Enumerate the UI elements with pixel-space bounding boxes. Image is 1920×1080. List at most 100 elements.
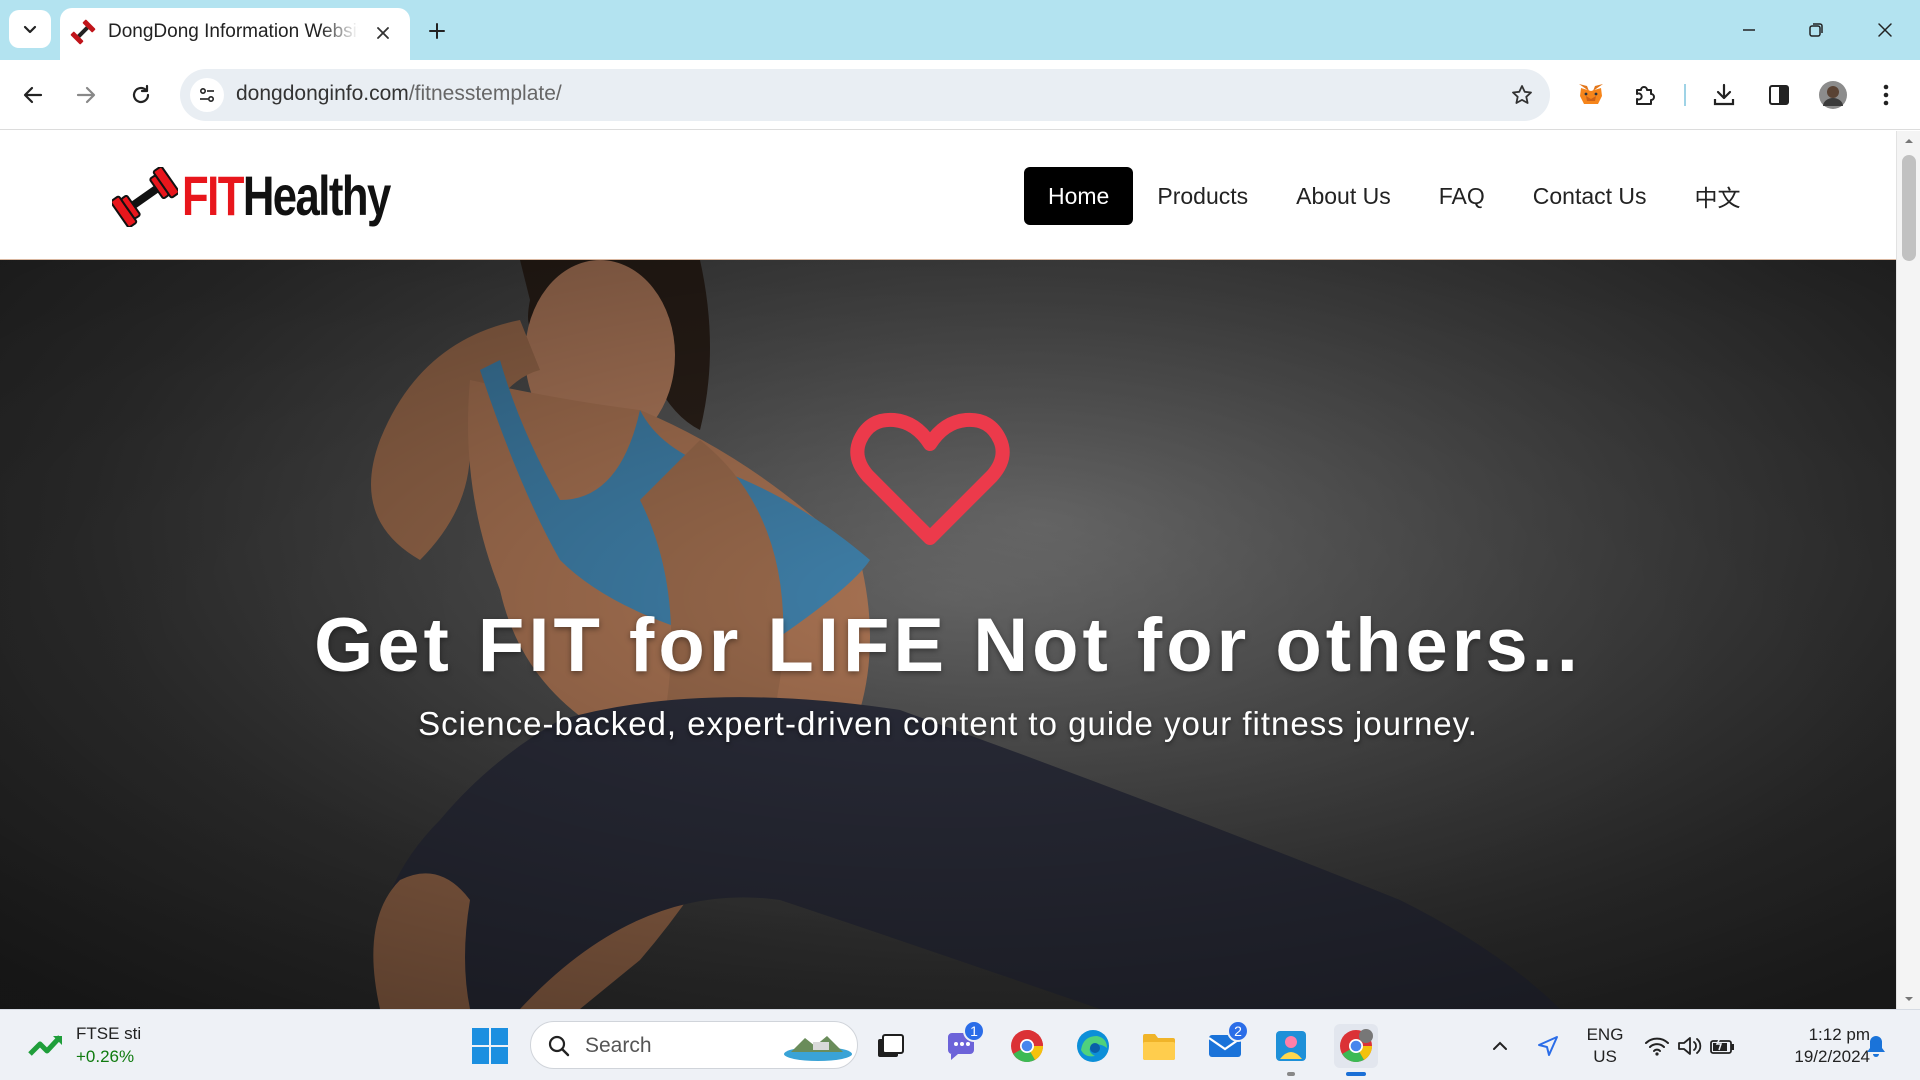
chrome-taskbar-button[interactable] <box>1005 1024 1049 1068</box>
photos-icon <box>1276 1031 1306 1061</box>
url-domain: dongdonginfo.com <box>236 82 409 105</box>
folder-icon <box>1143 1034 1175 1060</box>
close-icon <box>1878 23 1892 37</box>
new-tab-button[interactable] <box>420 14 454 48</box>
close-window-button[interactable] <box>1860 10 1910 50</box>
edge-icon <box>1077 1030 1109 1062</box>
logo-healthy-text: Healthy <box>242 164 391 227</box>
profile-button[interactable] <box>1813 75 1853 115</box>
site-info-button[interactable] <box>190 78 224 112</box>
taskbar-search-box[interactable]: Search <box>530 1021 858 1069</box>
location-button[interactable] <box>1526 1024 1570 1068</box>
input-language-button[interactable]: ENG US <box>1583 1024 1627 1068</box>
plus-icon <box>429 23 445 39</box>
quick-settings-button[interactable] <box>1640 1024 1740 1068</box>
forward-button[interactable] <box>65 74 107 116</box>
nav-products[interactable]: Products <box>1133 167 1272 225</box>
tune-icon <box>199 87 215 103</box>
mail-button[interactable]: 2 <box>1203 1020 1249 1068</box>
close-icon <box>377 27 389 39</box>
restore-icon <box>1809 23 1823 37</box>
site-navigation: Home Products About Us FAQ Contact Us 中文 <box>1024 167 1765 225</box>
edge-taskbar-button[interactable] <box>1071 1024 1115 1068</box>
nav-home[interactable]: Home <box>1024 167 1134 225</box>
language-code: ENG <box>1586 1025 1624 1044</box>
chrome-profile-icon <box>1340 1029 1373 1063</box>
toolbar-divider <box>1684 84 1686 106</box>
browser-toolbar: dongdonginfo.com/fitnesstemplate/ <box>0 60 1920 130</box>
search-placeholder: Search <box>585 1034 652 1057</box>
scroll-down-arrow-icon[interactable] <box>1903 993 1915 1005</box>
search-icon <box>548 1035 570 1057</box>
file-explorer-button[interactable] <box>1137 1024 1181 1068</box>
taskbar-clock[interactable]: 1:12 pm 19/2/2024 <box>1760 1024 1870 1068</box>
metamask-fox-icon <box>1579 84 1603 104</box>
active-indicator <box>1346 1072 1366 1076</box>
running-indicator <box>1287 1072 1295 1076</box>
site-header: FITHealthy Home Products About Us FAQ Co… <box>0 131 1896 260</box>
mail-badge: 2 <box>1227 1020 1249 1042</box>
tab-list-button[interactable] <box>9 10 51 48</box>
task-view-icon <box>878 1034 904 1057</box>
web-page: FITHealthy Home Products About Us FAQ Co… <box>0 131 1896 1009</box>
search-highlight-illustration-icon <box>784 1036 852 1061</box>
hero-subtitle: Science-backed, expert-driven content to… <box>418 705 1478 742</box>
tab-title: DongDong Information Website <box>108 21 358 42</box>
dumbbell-logo-icon <box>112 167 178 227</box>
nav-faq[interactable]: FAQ <box>1415 167 1509 225</box>
tab-close-button[interactable] <box>370 20 396 46</box>
url-text[interactable]: dongdonginfo.com/fitnesstemplate/ <box>236 82 562 106</box>
reload-button[interactable] <box>120 74 162 116</box>
location-arrow-icon <box>1538 1036 1558 1056</box>
downloads-button[interactable] <box>1704 75 1744 115</box>
restore-button[interactable] <box>1791 10 1841 50</box>
photos-button[interactable] <box>1269 1024 1313 1076</box>
active-tab[interactable]: DongDong Information Website <box>60 8 410 60</box>
side-panel-button[interactable] <box>1759 75 1799 115</box>
stock-change: +0.26% <box>76 1047 135 1066</box>
page-scrollbar[interactable] <box>1896 131 1920 1009</box>
nav-chinese-language[interactable]: 中文 <box>1671 167 1765 225</box>
windows-start-icon[interactable] <box>470 1026 510 1066</box>
hero-banner: Get FIT for LIFE Not for others.. Scienc… <box>0 260 1896 1009</box>
url-path: /fitnesstemplate/ <box>408 82 562 105</box>
chevron-up-icon <box>1493 1041 1507 1050</box>
forward-arrow-icon <box>76 86 96 104</box>
windows-taskbar: FTSE sti +0.26% Search 1 2 ENG US 1:12 p… <box>0 1009 1920 1080</box>
wifi-icon <box>1645 1037 1669 1056</box>
clock-time: 1:12 pm <box>1808 1025 1870 1044</box>
metamask-extension-button[interactable] <box>1571 75 1611 115</box>
bookmark-star-button[interactable] <box>1508 81 1536 109</box>
notifications-button[interactable] <box>1856 1024 1896 1068</box>
logo-wordmark: FITHealthy <box>182 163 391 228</box>
teams-chat-button[interactable]: 1 <box>939 1020 985 1068</box>
battery-icon <box>1710 1037 1734 1054</box>
side-panel-icon <box>1769 85 1789 105</box>
chrome-icon <box>1011 1030 1043 1063</box>
back-button[interactable] <box>12 74 54 116</box>
logo-fit-text: FIT <box>182 164 244 227</box>
scroll-up-arrow-icon[interactable] <box>1903 135 1915 147</box>
minimize-button[interactable] <box>1724 10 1774 50</box>
chrome-active-window-button[interactable] <box>1334 1024 1378 1076</box>
browser-menu-button[interactable] <box>1866 75 1906 115</box>
address-bar[interactable]: dongdonginfo.com/fitnesstemplate/ <box>180 69 1550 121</box>
clock-date: 19/2/2024 <box>1794 1047 1870 1066</box>
teams-badge: 1 <box>963 1020 985 1042</box>
task-view-button[interactable] <box>868 1024 912 1068</box>
stock-trend-up-icon <box>28 1035 62 1056</box>
nav-contact-us[interactable]: Contact Us <box>1509 167 1671 225</box>
star-icon <box>1512 85 1532 104</box>
nav-about-us[interactable]: About Us <box>1272 167 1415 225</box>
show-hidden-icons-button[interactable] <box>1478 1024 1522 1068</box>
volume-icon <box>1678 1037 1702 1055</box>
profile-avatar <box>1819 81 1847 109</box>
reload-icon <box>132 84 150 104</box>
extensions-button[interactable] <box>1625 75 1665 115</box>
scrollbar-thumb[interactable] <box>1902 155 1916 261</box>
back-arrow-icon <box>23 86 43 104</box>
site-logo[interactable]: FITHealthy <box>112 161 412 231</box>
stock-widget[interactable]: FTSE sti +0.26% <box>28 1022 168 1070</box>
stock-name: FTSE sti <box>76 1024 142 1043</box>
heart-icon <box>850 412 1010 545</box>
